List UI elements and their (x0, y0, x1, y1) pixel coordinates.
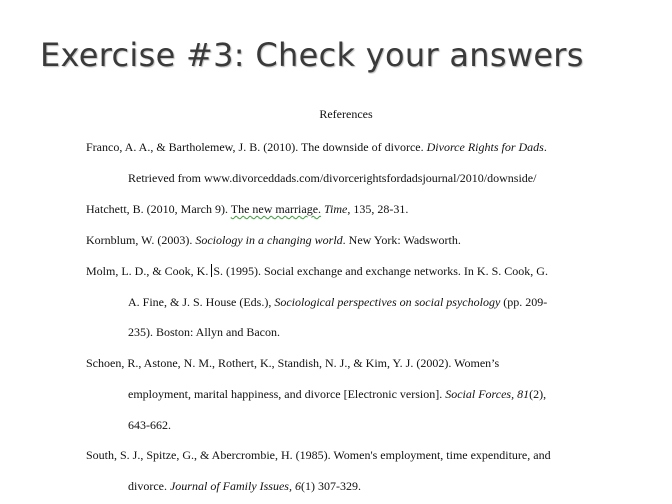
document-page: References Franco, A. A., & Bartholemew,… (0, 0, 672, 504)
spelling-check-underline: The new marriage. (230, 202, 322, 216)
reference-schoen-line-1: Schoen, R., Astone, N. M., Rothert, K., … (86, 356, 500, 370)
reference-molm-line-1: Molm, L. D., & Cook, K. S. (1995). Socia… (86, 264, 548, 278)
reference-south-line-1: South, S. J., Spitze, G., & Abercrombie,… (86, 448, 551, 462)
references-heading: References (319, 107, 373, 121)
reference-schoen-line-2: employment, marital happiness, and divor… (128, 387, 547, 401)
reference-franco-line-2: Retrieved from www.divorceddads.com/divo… (128, 171, 537, 185)
reference-franco-line-1: Franco, A. A., & Bartholemew, J. B. (201… (86, 140, 547, 154)
reference-south-line-2: divorce. Journal of Family Issues, 6(1) … (128, 479, 361, 493)
reference-kornblum: Kornblum, W. (2003). Sociology in a chan… (86, 233, 461, 247)
reference-schoen-line-3: 643-662. (128, 418, 171, 432)
reference-molm-line-3: 235). Boston: Allyn and Bacon. (128, 325, 280, 339)
reference-hatchett: Hatchett, B. (2010, March 9). The new ma… (86, 202, 409, 216)
reference-molm-line-2: A. Fine, & J. S. House (Eds.), Sociologi… (128, 295, 548, 309)
